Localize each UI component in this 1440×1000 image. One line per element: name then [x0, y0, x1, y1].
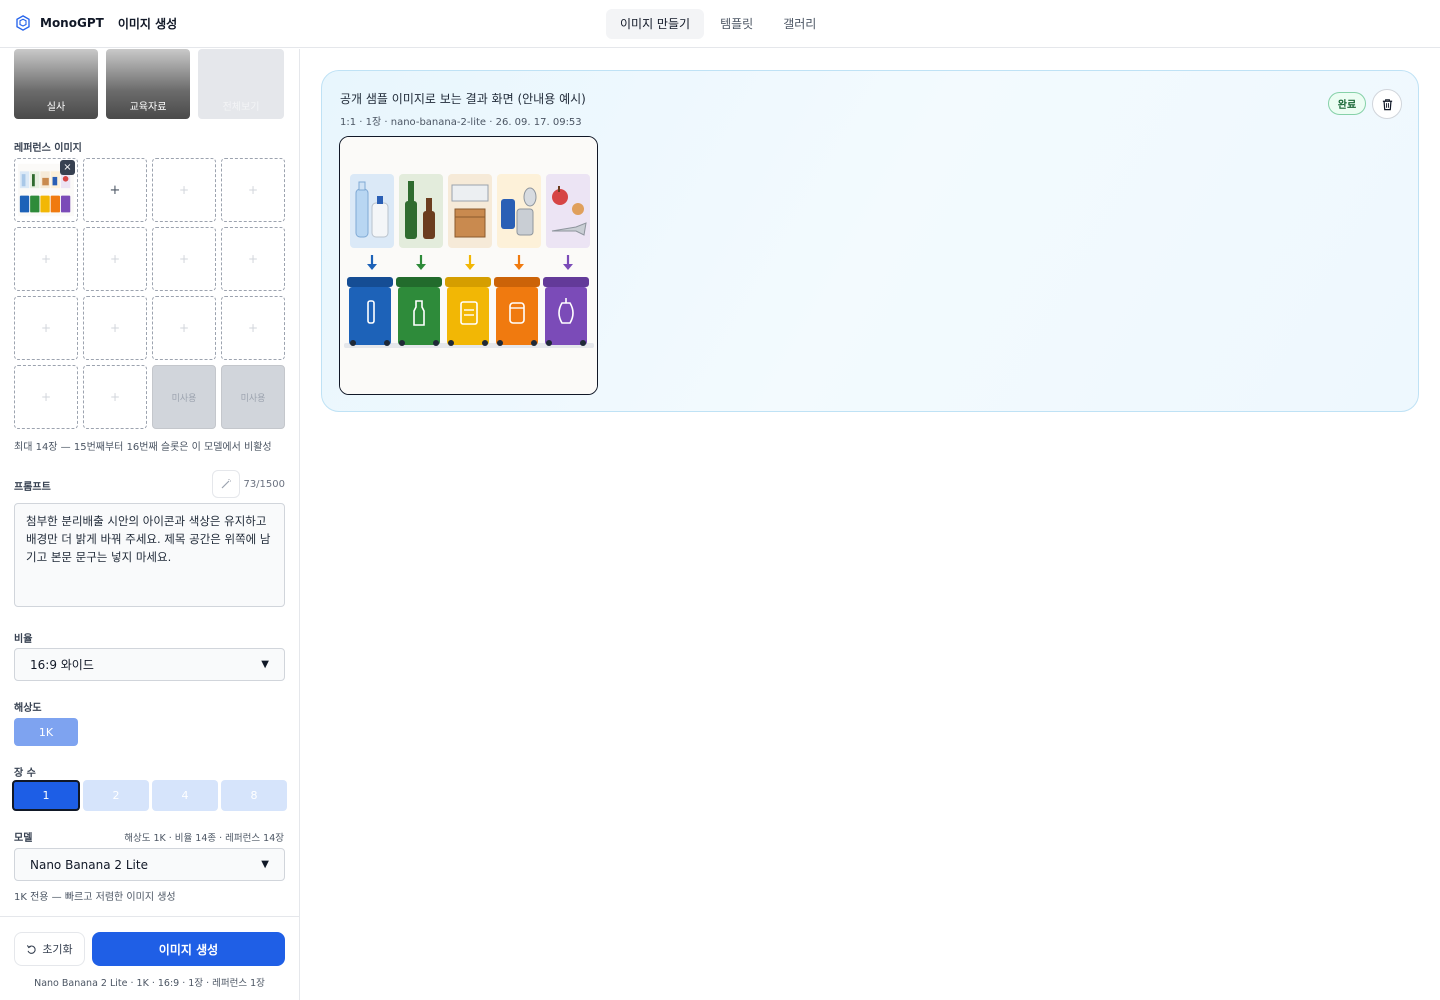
reference-grid: × + + + + + + + + + + + + + 미사용 미사용: [14, 158, 285, 429]
template-label: 실사: [46, 102, 66, 113]
reference-slot[interactable]: +: [14, 296, 78, 360]
prompt-header: 프롬프트 73/1500: [14, 470, 285, 498]
reference-slot[interactable]: +: [83, 296, 147, 360]
ratio-value: 16:9 와이드: [30, 658, 94, 672]
template-card-view-all[interactable]: 전체보기: [198, 49, 284, 119]
reference-slot-1[interactable]: ×: [14, 158, 78, 222]
result-title: 공개 샘플 이미지로 보는 결과 화면 (안내용 예시): [340, 92, 586, 106]
ratio-label: 비율: [14, 634, 33, 645]
reference-slot[interactable]: +: [152, 296, 216, 360]
prompt-label: 프롬프트: [14, 482, 51, 493]
model-select[interactable]: Nano Banana 2 Lite ▼: [14, 848, 285, 881]
reference-slot[interactable]: +: [152, 158, 216, 222]
reference-slot[interactable]: +: [221, 296, 285, 360]
model-hint: 1K 전용 — 빠르고 저렴한 이미지 생성: [14, 892, 176, 903]
model-capabilities: 해상도 1K · 비율 14종 · 레퍼런스 14장: [124, 833, 284, 844]
count-option-2[interactable]: 2: [83, 780, 149, 811]
tab-gallery[interactable]: 갤러리: [769, 9, 830, 39]
count-option-4[interactable]: 4: [152, 780, 218, 811]
tab-templates[interactable]: 템플릿: [706, 9, 767, 39]
reference-hint: 최대 14장 — 15번째부터 16번째 슬롯은 이 모델에서 비활성: [14, 442, 272, 453]
resolution-label: 해상도: [14, 703, 42, 714]
reference-slot-disabled: 미사용: [152, 365, 216, 429]
status-badge: 완료: [1328, 92, 1366, 115]
section-title: 이미지 생성: [117, 16, 178, 31]
openai-logo-icon: [16, 15, 30, 31]
prompt-char-counter: 73/1500: [243, 479, 285, 490]
delete-button[interactable]: [1372, 89, 1402, 119]
result-card: 공개 샘플 이미지로 보는 결과 화면 (안내용 예시) 1:1 · 1장 · …: [321, 70, 1419, 412]
count-option-1[interactable]: 1: [12, 780, 80, 811]
generated-image[interactable]: [339, 136, 598, 395]
reference-slot[interactable]: +: [14, 227, 78, 291]
generate-image-button[interactable]: 이미지 생성: [92, 932, 285, 966]
reference-slot[interactable]: +: [83, 227, 147, 291]
chevron-down-icon: ▼: [261, 659, 269, 670]
model-label: 모델: [14, 833, 33, 844]
generation-summary: Nano Banana 2 Lite · 1K · 16:9 · 1장 · 레퍼…: [34, 978, 265, 989]
magic-wand-icon: [221, 479, 231, 489]
recycling-bins-illustration: [340, 137, 597, 394]
top-bar: MonoGPT 이미지 생성 이미지 만들기 템플릿 갤러리: [0, 0, 1440, 48]
reset-icon: [27, 944, 36, 954]
sidebar-footer: 초기화 이미지 생성 Nano Banana 2 Lite · 1K · 16:…: [0, 916, 299, 1000]
template-label: 교육자료: [129, 102, 167, 113]
count-option-8[interactable]: 8: [221, 780, 287, 811]
reference-slot[interactable]: +: [83, 365, 147, 429]
result-meta: 1:1 · 1장 · nano-banana-2-lite · 26. 09. …: [340, 117, 582, 128]
model-value: Nano Banana 2 Lite: [30, 857, 148, 872]
reference-slot-add[interactable]: +: [83, 158, 147, 222]
main-nav: 이미지 만들기 템플릿 갤러리: [606, 9, 830, 39]
template-card-photo[interactable]: 실사: [14, 49, 98, 119]
reference-slot[interactable]: +: [221, 158, 285, 222]
trash-icon: [1382, 98, 1392, 110]
reference-slot[interactable]: +: [14, 365, 78, 429]
template-label: 전체보기: [222, 102, 260, 113]
template-strip: 실사 교육자료 전체보기: [14, 49, 284, 119]
reference-slot[interactable]: +: [221, 227, 285, 291]
reset-label: 초기화: [42, 943, 73, 956]
remove-reference-icon[interactable]: ×: [60, 160, 75, 175]
tab-create-image[interactable]: 이미지 만들기: [606, 9, 705, 39]
resolution-option-1k[interactable]: 1K: [14, 718, 78, 746]
reset-button[interactable]: 초기화: [14, 932, 85, 966]
magic-wand-button[interactable]: [212, 470, 240, 498]
brand-name: MonoGPT: [40, 16, 104, 30]
count-options: 1 2 4 8: [12, 780, 287, 811]
reference-slot-disabled: 미사용: [221, 365, 285, 429]
count-label: 장 수: [14, 768, 36, 779]
settings-sidebar: 실사 교육자료 전체보기 레퍼런스 이미지 × + + + + + + + + …: [0, 49, 300, 1000]
reference-label: 레퍼런스 이미지: [14, 143, 82, 154]
brand[interactable]: MonoGPT 이미지 생성: [14, 14, 177, 32]
template-card-education[interactable]: 교육자료: [106, 49, 190, 119]
reference-slot[interactable]: +: [152, 227, 216, 291]
chevron-down-icon: ▼: [261, 859, 269, 870]
prompt-textarea[interactable]: 첨부한 분리배출 시안의 아이콘과 색상은 유지하고 배경만 더 밝게 바꿔 주…: [14, 503, 285, 607]
ratio-select[interactable]: 16:9 와이드 ▼: [14, 648, 285, 681]
